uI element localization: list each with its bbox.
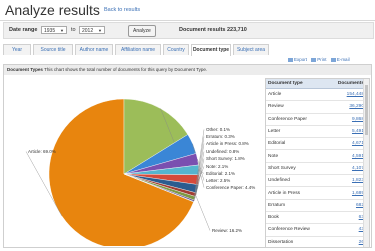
export-icon [288,57,293,62]
description-heading: Document Types [7,67,43,72]
table-row: Letter 5,491 [266,125,366,139]
document-type-cell: Article [266,88,327,102]
document-count-link[interactable]: 4,591 [326,149,366,163]
document-type-cell: Dissertation [266,236,327,247]
tab-year[interactable]: Year [3,44,31,55]
filter-bar: Date range 1935 ▼ to 2012 ▼ Analyze Docu… [3,22,374,39]
pie-slice-label: Article in Press: 0.8% [206,141,249,146]
pie-slice-label: Letter: 2.5% [206,178,230,183]
print-link[interactable]: Print [311,57,327,62]
table-row: Conference Review 43 [266,223,366,237]
table-row: Short Survey 4,107 [266,162,366,176]
document-count-link[interactable]: 1,689 [326,186,366,200]
table-row: Article 154,448 [266,88,366,102]
tab-author-name[interactable]: Author name [75,44,113,55]
pie-slice-label: Other: 0.1% [206,127,230,132]
pie-slice-label: Erratum: 0.3% [206,134,235,139]
print-icon [311,57,317,62]
column-header-document-type: Document type [266,79,327,89]
document-count-link[interactable]: 682 [326,199,366,212]
document-count-link[interactable]: 4,107 [326,162,366,176]
document-type-cell: Short Survey [266,162,327,176]
document-type-cell: Book [266,211,327,225]
document-type-cell: Note [266,149,327,163]
document-results-count: Document results 223,710 [179,27,247,33]
email-icon [330,57,336,62]
pie-slice-label: Undefined: 0.8% [206,149,239,154]
document-type-pie-chart: Article: 69.0% Review: 16.2% Conference Pa… [25,98,255,250]
export-tools: Export Print E-mail [288,57,350,62]
tab-source-title[interactable]: Source title [33,44,73,55]
table-row: Book 63 [266,211,366,225]
document-count-link[interactable]: 26 [326,236,366,247]
document-type-table: Document type Documents Article 154,448 Re… [265,78,370,248]
analysis-tabs: Year Source title Author name Affiliatio… [3,44,372,56]
document-type-cell: Article in Press [266,186,327,200]
tab-document-type[interactable]: Document type [191,44,231,56]
to-label: to [71,27,76,33]
to-year-select[interactable]: 2012 ▼ [79,26,105,34]
document-type-cell: Conference Paper [266,113,327,126]
table-header-row: Document type Documents [266,79,366,89]
email-link[interactable]: E-mail [330,57,350,62]
table-row: Undefined 1,823 [266,174,366,188]
from-year-value: 1935 [44,28,56,34]
back-to-results-link[interactable]: Back to results [104,7,140,13]
date-range-label: Date range [9,27,38,33]
pie-slice-label: Note: 2.1% [206,164,228,169]
document-type-table-grid: Document type Documents Article 154,448 Re… [266,79,366,247]
pie-slice-label: Short Survey: 1.8% [206,156,245,161]
document-count-link[interactable]: 63 [326,211,366,225]
export-link[interactable]: Export [288,57,307,62]
title-bar: Analyze results Back to results [0,0,375,21]
table-row: Erratum 682 [266,199,366,212]
document-count-link[interactable]: 4,671 [326,137,366,151]
document-type-cell: Editorial [266,137,327,151]
table-row: Conference Paper 9,868 [266,113,366,126]
table-row: Review 36,290 [266,100,366,114]
print-label: Print [317,57,327,62]
document-count-link[interactable]: 9,868 [326,113,366,126]
table-row: Note 4,591 [266,149,366,163]
document-count-link[interactable]: 36,290 [326,100,366,114]
page-title: Analyze results [5,2,100,18]
to-year-value: 2012 [82,28,94,34]
column-header-documents: Documents [326,79,366,89]
chart-description: Document Types This chart shows the tota… [4,65,371,75]
document-type-cell: Undefined [266,174,327,188]
tab-country[interactable]: Country [163,44,189,55]
table-scrollbar[interactable] [363,79,369,247]
tab-affiliation-name[interactable]: Affiliation name [115,44,161,55]
chevron-down-icon: ▼ [60,28,64,33]
pie-slice-label: Review: 16.2% [212,228,242,233]
document-count-link[interactable]: 5,491 [326,125,366,139]
document-count-link[interactable]: 43 [326,223,366,237]
chevron-down-icon: ▼ [98,28,102,33]
scrollbar-thumb[interactable] [365,85,368,135]
document-type-cell: Conference Review [266,223,327,237]
description-text: This chart shows the total number of doc… [44,67,208,72]
pie-slice-label: Editorial: 2.1% [206,171,235,176]
pie-slice-label: Article: 69.0% [28,149,56,154]
document-type-cell: Erratum [266,199,327,212]
email-label: E-mail [336,57,350,62]
document-type-cell: Review [266,100,327,114]
export-label: Export [294,57,308,62]
document-count-link[interactable]: 1,823 [326,174,366,188]
table-row: Article in Press 1,689 [266,186,366,200]
analyze-button[interactable]: Analyze [128,25,156,37]
document-type-cell: Letter [266,125,327,139]
table-row: Dissertation 26 [266,236,366,247]
tab-subject-area[interactable]: Subject area [233,44,269,55]
document-count-link[interactable]: 154,448 [326,88,366,102]
pie-slice-label: Conference Paper: 4.4% [206,185,255,190]
from-year-select[interactable]: 1935 ▼ [41,26,67,34]
pie-chart-area: Article: 69.0% Review: 16.2% Conference Pa… [4,76,262,250]
table-row: Editorial 4,671 [266,137,366,151]
